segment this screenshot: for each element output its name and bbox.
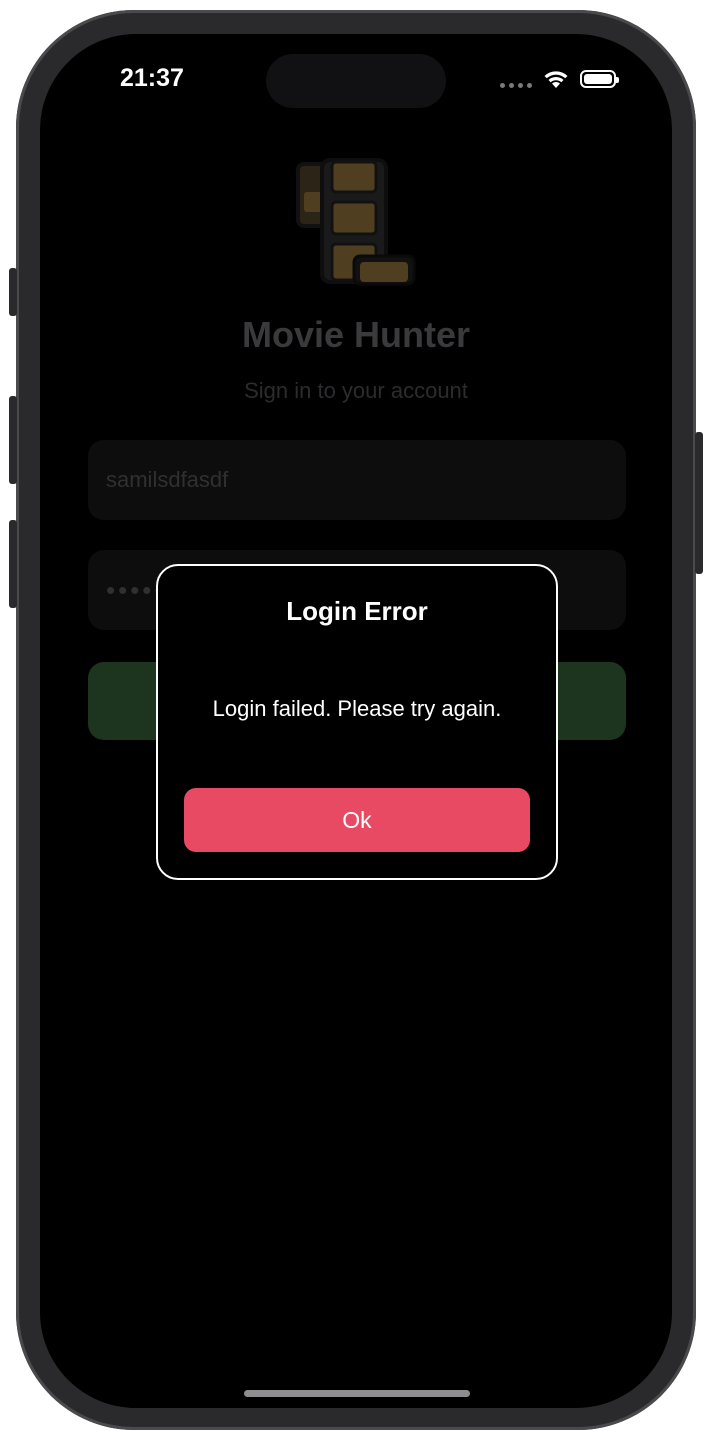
screen: 21:37 Movie Hunter Sign in to your accou…: [40, 34, 672, 1408]
ok-button[interactable]: Ok: [184, 788, 530, 852]
power-button: [695, 432, 703, 574]
login-error-dialog: Login Error Login failed. Please try aga…: [156, 564, 558, 880]
username-field[interactable]: samilsdfasdf: [88, 440, 626, 520]
volume-up-button: [9, 396, 17, 484]
cellular-signal-icon: [500, 82, 532, 88]
battery-icon: [580, 70, 619, 88]
status-icons: [500, 68, 619, 90]
action-button: [9, 268, 17, 316]
dynamic-island: [266, 54, 446, 108]
film-strip-icon: [296, 158, 416, 286]
app-title: Movie Hunter: [241, 314, 471, 355]
dialog-title: Login Error: [286, 596, 428, 626]
wifi-icon: [544, 71, 568, 88]
status-time: 21:37: [120, 64, 184, 92]
dialog-message: Login failed. Please try again.: [212, 696, 502, 721]
volume-down-button: [9, 520, 17, 608]
app-subtitle: Sign in to your account: [244, 378, 468, 403]
home-indicator[interactable]: [244, 1390, 470, 1397]
